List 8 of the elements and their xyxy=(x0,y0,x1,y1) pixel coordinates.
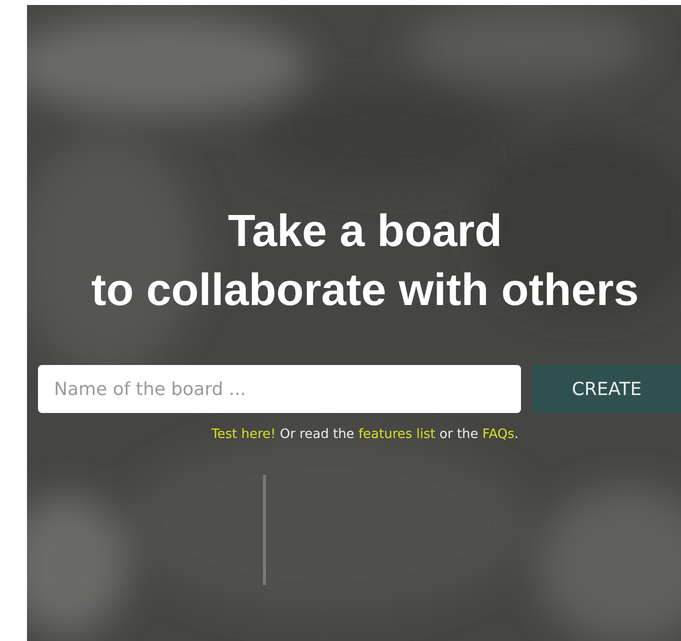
link[interactable]: features list xyxy=(358,427,436,442)
link[interactable]: FAQs xyxy=(482,427,514,442)
create-button[interactable]: CREATE xyxy=(532,365,681,413)
help-text: Test here! Or read the features list or the FAQs. xyxy=(210,427,520,442)
headline: to collaborate with others xyxy=(91,263,639,317)
headline: Take a board xyxy=(228,204,502,258)
board-name-field[interactable]: Name of the board ... xyxy=(38,365,522,413)
link[interactable]: Test here! xyxy=(211,427,276,442)
